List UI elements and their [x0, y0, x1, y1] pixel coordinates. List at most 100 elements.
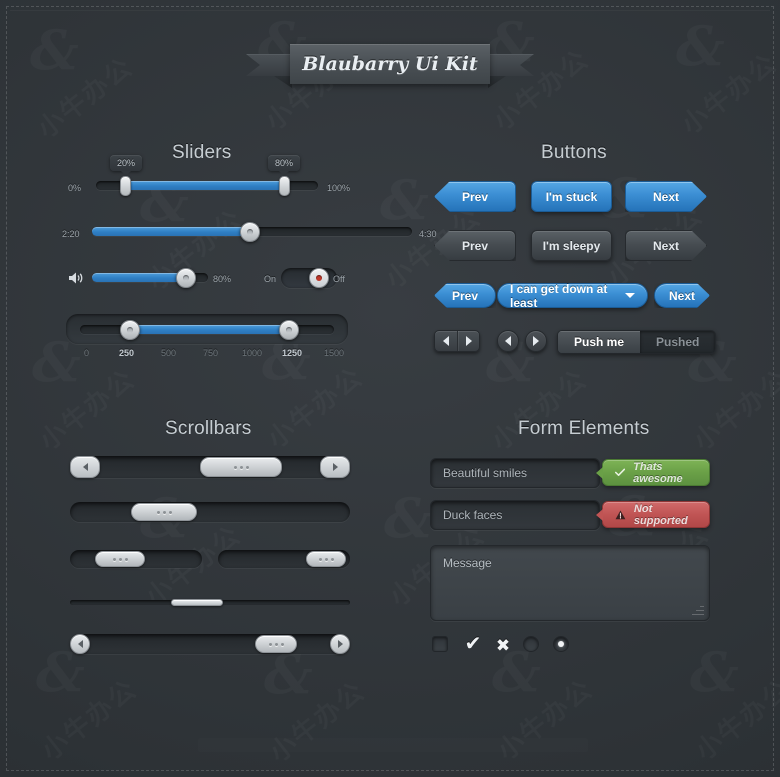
grip-dots-icon	[112, 557, 128, 561]
scrollbar-5-next-button[interactable]	[330, 634, 350, 654]
scrollbar-1-thumb[interactable]	[200, 457, 282, 477]
text-input-1[interactable]: Beautiful smiles	[430, 458, 600, 488]
grip-dots-icon	[268, 642, 284, 646]
ui-kit-page: & 小牛办公 & 小牛办公 & 小牛办公 & 小牛办公 & 小牛办公 & 小牛办…	[0, 0, 780, 777]
stepper-prev-button[interactable]	[435, 331, 457, 351]
slider-time-max-label: 4:30	[419, 229, 437, 239]
tick-label-0: 0	[84, 348, 90, 358]
scrollbar-3-right-thumb[interactable]	[306, 551, 346, 567]
slider-handle-high[interactable]	[279, 176, 290, 196]
button-next-blue[interactable]: Next	[625, 181, 707, 212]
push-toggle-group[interactable]: Push me Pushed	[557, 330, 717, 354]
radio-empty[interactable]	[523, 636, 539, 652]
slider-bubble-high: 80%	[268, 155, 301, 176]
slider-time-handle[interactable]	[240, 222, 260, 242]
tick-label-1000: 1000	[242, 348, 263, 358]
slider-volume-handle[interactable]	[176, 268, 196, 288]
button-prev-pill[interactable]: Prev	[434, 283, 496, 308]
button-label: I'm stuck	[545, 189, 598, 204]
circle-next-button[interactable]	[525, 330, 547, 352]
checkbox-checked[interactable]: ✔	[462, 633, 484, 655]
ribbon-body: Blaubarry Ui Kit	[290, 44, 490, 84]
slider-ticked-handle-high[interactable]	[279, 320, 299, 340]
tick-label-1250: 1250	[282, 348, 303, 358]
prev-arrow-icon	[443, 336, 449, 346]
dropdown-label: I can get down at least	[510, 281, 608, 310]
scrollbar-2-track[interactable]	[70, 502, 350, 522]
toggle-knob[interactable]	[309, 268, 329, 288]
check-icon	[615, 468, 626, 477]
scrollbar-1-next-button[interactable]	[320, 456, 350, 478]
validation-success-callout: Thats awesome	[596, 459, 710, 486]
message-textarea[interactable]: Message	[430, 545, 710, 621]
ribbon-fold-right	[488, 76, 506, 88]
slider-ticked-handle-low[interactable]	[120, 320, 140, 340]
warning-icon	[615, 510, 626, 519]
toggle-on-label: On	[264, 274, 277, 284]
prev-arrow-icon	[505, 336, 511, 346]
section-heading-sliders: Sliders	[172, 142, 232, 163]
radio-selected[interactable]	[553, 636, 569, 652]
checkbox-cross[interactable]: ✖	[492, 634, 514, 656]
slider-time-fill	[92, 227, 252, 236]
button-next-gray[interactable]: Next	[625, 230, 707, 261]
section-heading-buttons: Buttons	[541, 142, 607, 163]
speaker-icon	[68, 271, 84, 287]
button-im-stuck[interactable]: I'm stuck	[531, 181, 612, 212]
slider-fill	[126, 181, 286, 190]
pushed-button[interactable]: Pushed	[640, 331, 716, 353]
stepper-segmented[interactable]	[434, 330, 480, 352]
circle-prev-button[interactable]	[497, 330, 519, 352]
checkbox-empty[interactable]	[432, 636, 448, 652]
scrollbar-3-left-thumb[interactable]	[95, 551, 145, 567]
validation-error-callout: Not supported	[596, 501, 710, 528]
next-arrow-icon	[465, 336, 472, 346]
tick-label-750: 750	[203, 348, 219, 358]
slider-volume-value: 80%	[213, 274, 232, 284]
slider-time-min-label: 2:20	[62, 229, 80, 239]
tick-label-250: 250	[119, 348, 135, 358]
scrollbar-5-thumb[interactable]	[255, 635, 297, 653]
button-next-pill[interactable]: Next	[654, 283, 710, 308]
tick-label-1500: 1500	[324, 348, 345, 358]
footer-placeholder	[198, 738, 588, 752]
page-dashed-border	[6, 6, 774, 771]
slider-bubble-low: 20%	[110, 155, 143, 176]
button-prev-blue[interactable]: Prev	[434, 181, 516, 212]
text-input-2[interactable]: Duck faces	[430, 500, 600, 530]
push-me-button[interactable]: Push me	[558, 331, 641, 353]
button-label: Prev	[461, 238, 489, 253]
slider-max-label: 100%	[327, 183, 351, 193]
stepper-next-button[interactable]	[457, 331, 479, 351]
next-arrow-icon	[533, 336, 539, 346]
resize-grip-icon[interactable]	[692, 603, 704, 615]
grip-dots-icon	[233, 465, 249, 469]
scrollbar-1-prev-button[interactable]	[70, 456, 100, 478]
next-arrow-icon	[337, 640, 343, 648]
page-title: Blaubarry Ui Kit	[302, 53, 478, 75]
scrollbar-4-thumb[interactable]	[171, 599, 223, 606]
button-label: Prev	[451, 288, 479, 303]
section-heading-scrollbars: Scrollbars	[165, 418, 252, 439]
button-label: I'm sleepy	[542, 238, 601, 253]
button-im-sleepy[interactable]: I'm sleepy	[531, 230, 612, 261]
scrollbar-5-prev-button[interactable]	[70, 634, 90, 654]
ribbon-tail-left	[246, 54, 290, 76]
slider-handle-low[interactable]	[120, 176, 131, 196]
chevron-down-icon	[625, 293, 635, 298]
scrollbar-2-thumb[interactable]	[131, 503, 197, 521]
button-prev-gray[interactable]: Prev	[434, 230, 516, 261]
validation-success-text: Thats awesome	[633, 460, 683, 485]
button-label: Prev	[461, 189, 489, 204]
next-arrow-icon	[332, 463, 338, 471]
grip-dots-icon	[318, 557, 334, 561]
button-label: Next	[652, 238, 679, 253]
tick-label-500: 500	[161, 348, 177, 358]
textarea-placeholder: Message	[443, 556, 492, 570]
scrollbar-5-track[interactable]	[70, 634, 350, 654]
ribbon-tail-right	[490, 54, 534, 76]
dropdown-button[interactable]: I can get down at least	[497, 281, 648, 310]
validation-error-text: Not supported	[633, 502, 688, 527]
grip-dots-icon	[156, 510, 172, 514]
title-ribbon: Blaubarry Ui Kit	[246, 44, 490, 88]
